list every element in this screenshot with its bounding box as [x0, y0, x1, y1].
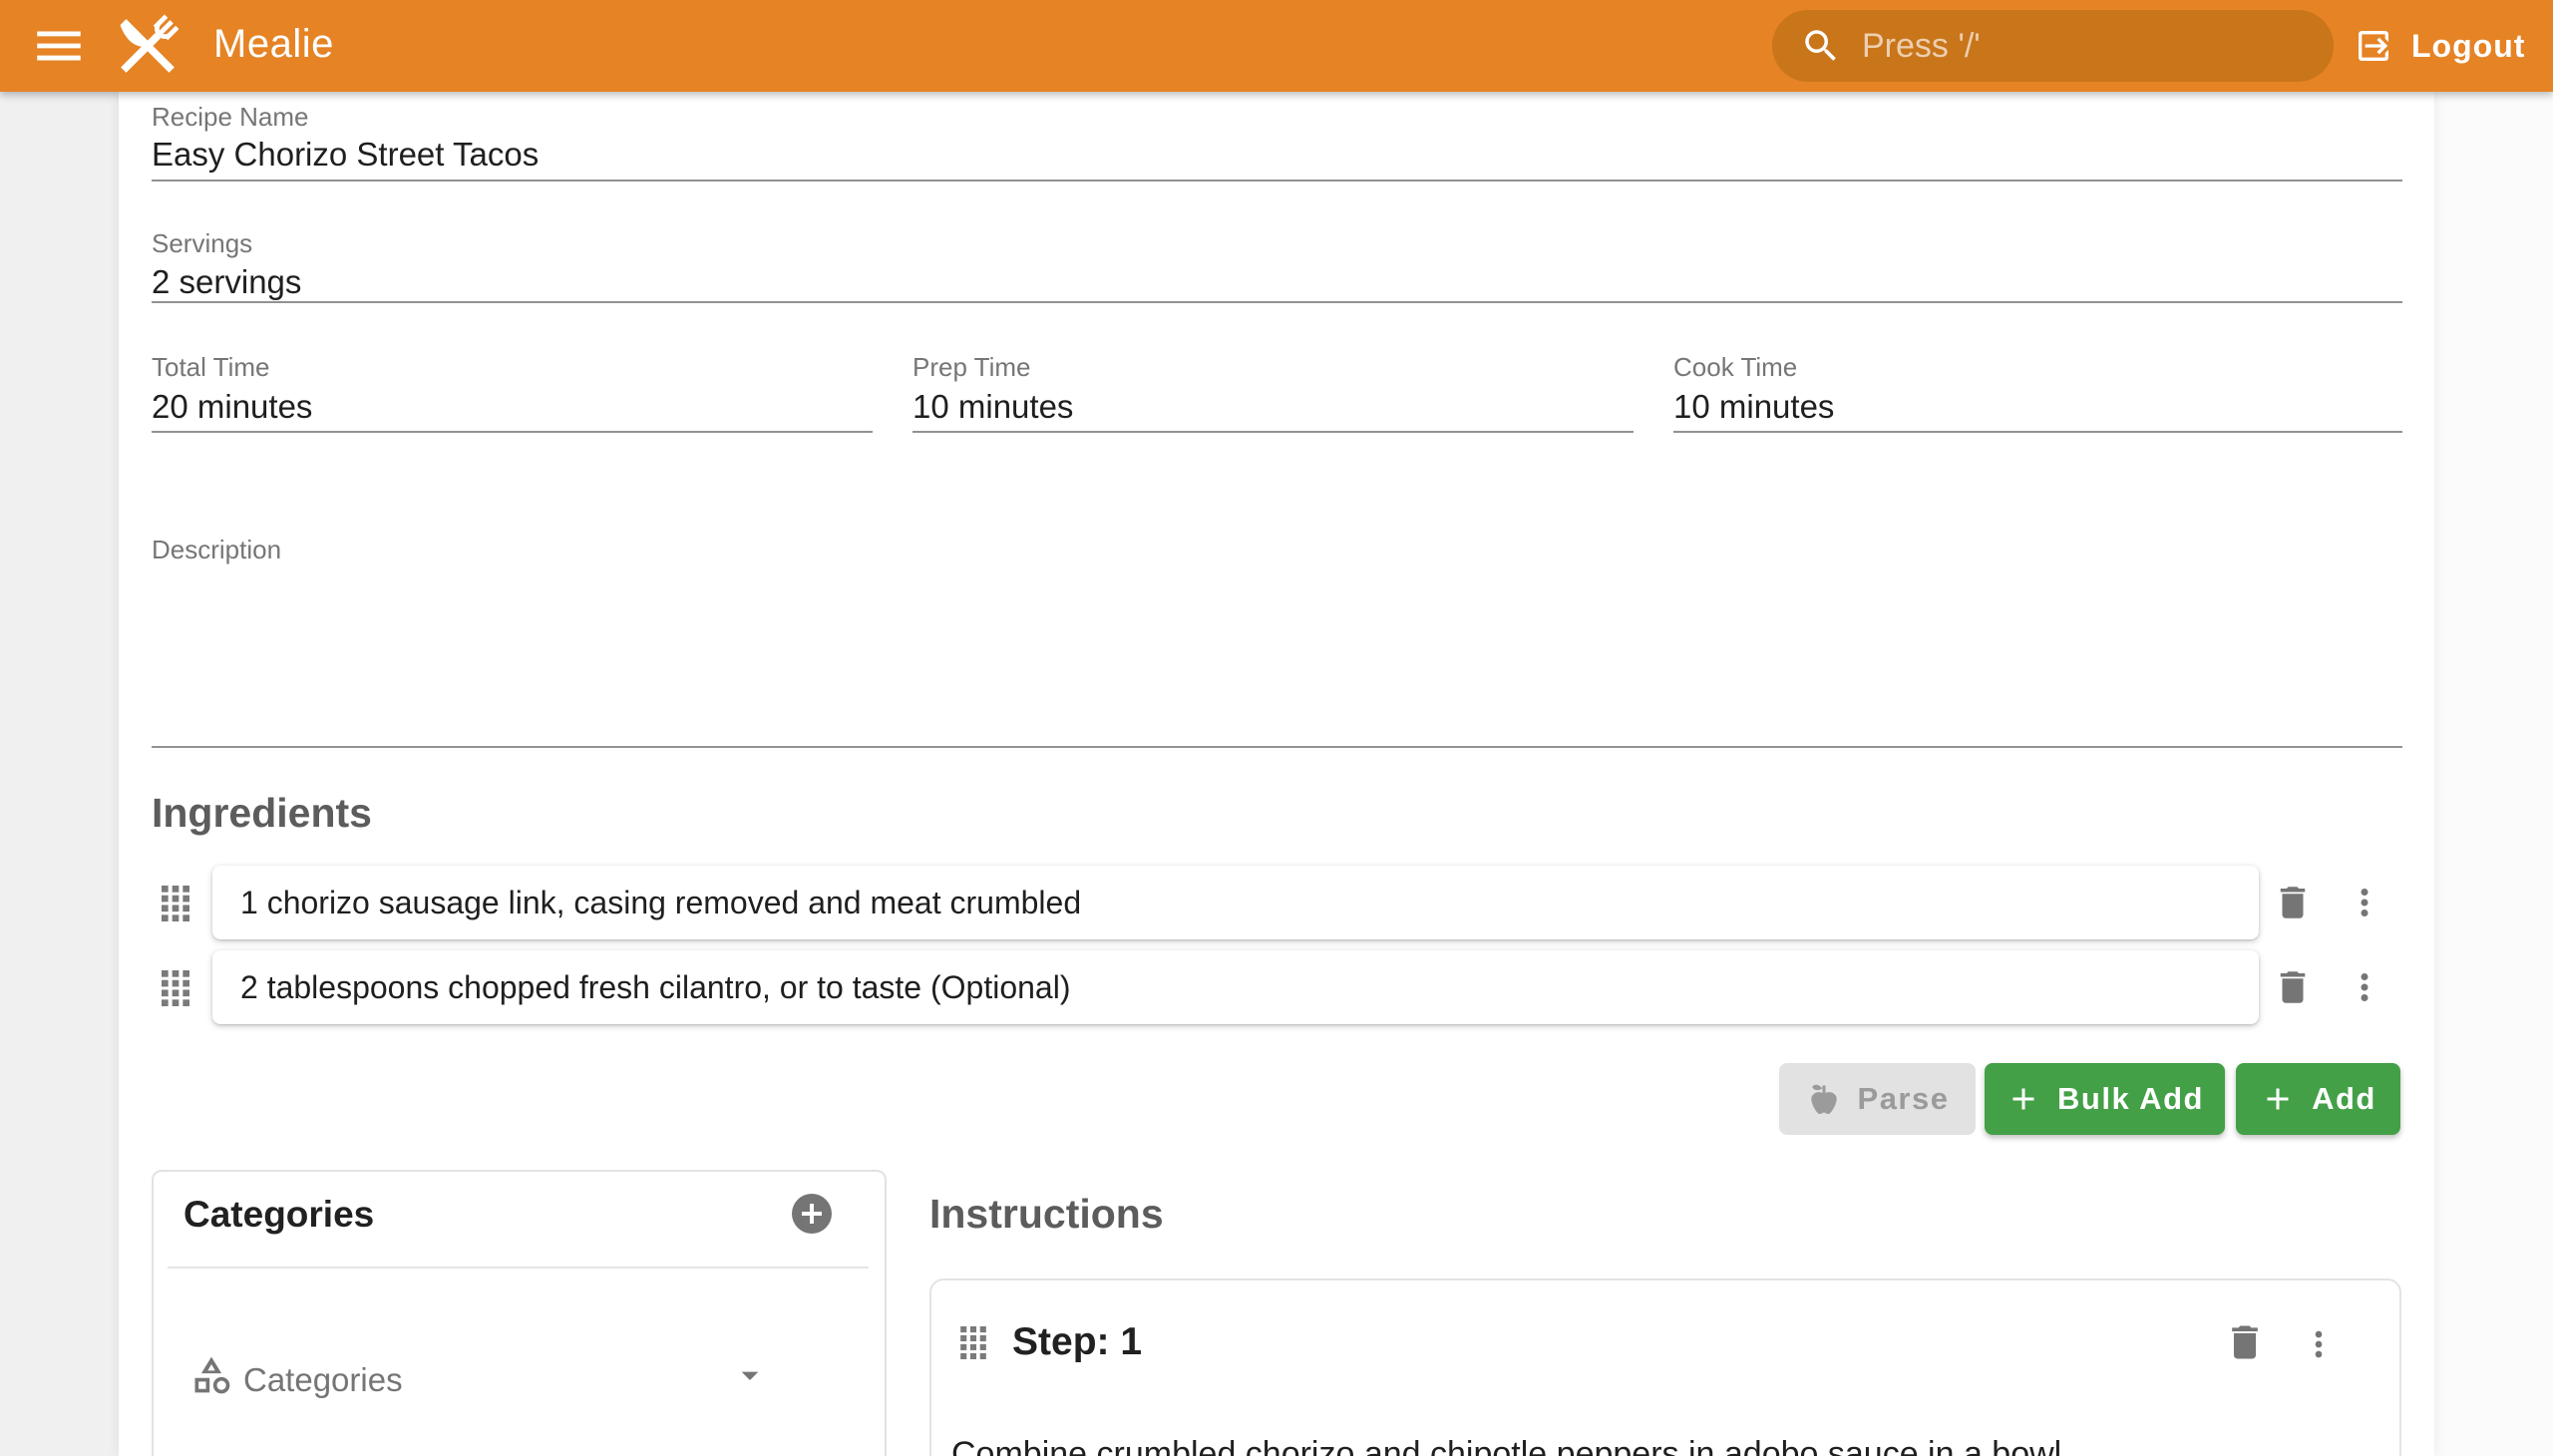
ingredient-menu-button[interactable]: [2344, 881, 2387, 924]
delete-ingredient-button[interactable]: [2272, 881, 2316, 924]
delete-step-button[interactable]: [2223, 1320, 2267, 1364]
recipe-name-label: Recipe Name: [152, 102, 309, 133]
bulk-add-button[interactable]: Bulk Add: [1985, 1063, 2225, 1135]
search-icon: [1800, 25, 1842, 67]
total-time-label: Total Time: [152, 352, 270, 383]
parse-label: Parse: [1858, 1081, 1950, 1117]
recipe-editor-card: Recipe Name Servings Total Time Prep Tim…: [119, 92, 2434, 1456]
page: Mealie Logout Recipe Name Servings Total…: [0, 0, 2553, 1456]
instructions-heading: Instructions: [929, 1191, 1164, 1238]
recipe-name-underline: [152, 180, 2402, 182]
drag-handle-icon[interactable]: [162, 970, 189, 1006]
step-title: Step: 1: [1012, 1320, 1142, 1364]
total-time-underline: [152, 431, 873, 433]
menu-icon: [30, 17, 88, 75]
chevron-down-icon[interactable]: [730, 1355, 770, 1395]
step-text[interactable]: Combine crumbled chorizo and chipotle pe…: [951, 1430, 2368, 1456]
bulk-add-label: Bulk Add: [2057, 1081, 2204, 1117]
logout-label: Logout: [2411, 28, 2525, 65]
categories-card: Categories Categories: [152, 1170, 887, 1456]
plus-circle-icon: [788, 1190, 836, 1238]
prep-time-label: Prep Time: [912, 352, 1031, 383]
shapes-icon: [189, 1353, 233, 1397]
add-ingredient-button[interactable]: Add: [2236, 1063, 2400, 1135]
servings-underline: [152, 301, 2402, 303]
ingredient-input[interactable]: [212, 950, 2259, 1024]
cook-time-label: Cook Time: [1673, 352, 1797, 383]
description-textarea[interactable]: [152, 570, 2402, 744]
categories-title: Categories: [183, 1194, 374, 1236]
drag-handle-icon[interactable]: [960, 1326, 986, 1359]
description-label: Description: [152, 535, 281, 565]
trash-icon: [2272, 882, 2314, 923]
categories-select[interactable]: Categories: [154, 1331, 889, 1441]
categories-select-label: Categories: [243, 1361, 403, 1399]
trash-icon: [2272, 966, 2314, 1008]
plus-icon: [2260, 1081, 2296, 1117]
search-bar[interactable]: [1772, 10, 2334, 82]
apple-icon: [1806, 1081, 1842, 1117]
ingredient-input[interactable]: [212, 866, 2259, 939]
menu-button[interactable]: [30, 17, 94, 75]
logout-icon: [2354, 26, 2393, 66]
dots-vertical-icon: [2299, 1324, 2339, 1364]
ingredient-menu-button[interactable]: [2344, 965, 2387, 1009]
plus-icon: [2006, 1081, 2041, 1117]
cook-time-underline: [1673, 431, 2402, 433]
ingredients-heading: Ingredients: [152, 790, 372, 837]
prep-time-underline: [912, 431, 1634, 433]
divider: [168, 1267, 869, 1269]
right-gutter: [2434, 92, 2553, 1456]
silverware-logo-icon: [110, 8, 185, 84]
app-bar: Mealie Logout: [0, 0, 2553, 92]
drag-handle-icon[interactable]: [162, 886, 189, 921]
dots-vertical-icon: [2344, 882, 2385, 923]
cook-time-input[interactable]: [1673, 388, 2389, 426]
delete-ingredient-button[interactable]: [2272, 965, 2316, 1009]
dots-vertical-icon: [2344, 966, 2385, 1008]
step-menu-button[interactable]: [2299, 1322, 2343, 1366]
trash-icon: [2223, 1320, 2267, 1364]
prep-time-input[interactable]: [912, 388, 1621, 426]
total-time-input[interactable]: [152, 388, 860, 426]
recipe-name-input[interactable]: [152, 136, 2395, 174]
search-input[interactable]: [1860, 26, 2324, 67]
app-title: Mealie: [213, 22, 334, 67]
servings-input[interactable]: [152, 263, 2395, 301]
description-underline: [152, 746, 2402, 748]
add-label: Add: [2312, 1081, 2376, 1117]
servings-label: Servings: [152, 228, 252, 259]
step-card: Step: 1 Combine crumbled chorizo and chi…: [929, 1278, 2401, 1456]
logout-button[interactable]: Logout: [2346, 16, 2533, 76]
parse-button[interactable]: Parse: [1779, 1063, 1976, 1135]
add-category-button[interactable]: [788, 1190, 836, 1238]
